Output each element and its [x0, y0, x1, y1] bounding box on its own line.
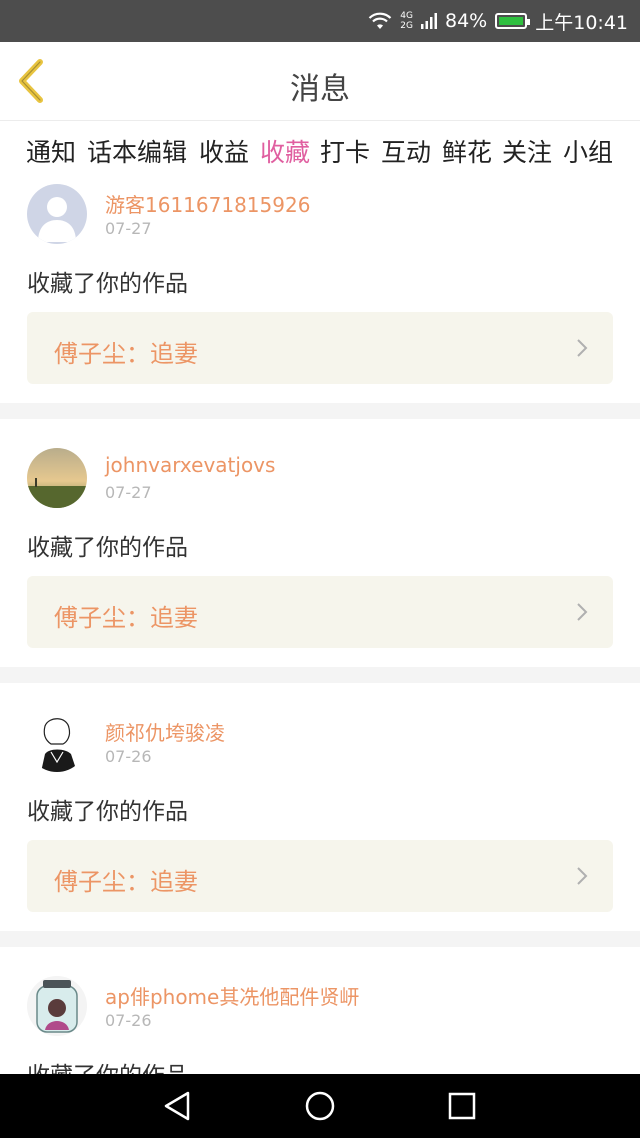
work-link[interactable]: 傅子尘：追妻	[27, 576, 613, 648]
user-name[interactable]: johnvarxevatjovs	[105, 453, 275, 477]
recents-square-icon[interactable]	[444, 1088, 480, 1124]
status-icons: 4G 2G 84% 上午10:41	[368, 0, 628, 42]
work-title: 傅子尘：追妻	[54, 868, 198, 896]
tab-bar: 通知 话本编辑 收益 收藏 打卡 互动 鲜花 关注 小组	[0, 121, 640, 176]
work-link[interactable]: 傅子尘：追妻	[27, 312, 613, 384]
tab-earnings[interactable]: 收益	[199, 133, 249, 169]
tab-interactions[interactable]: 互动	[381, 133, 431, 169]
user-name[interactable]: ap俳phome其冼他配件贤岍	[105, 981, 359, 1010]
message-text: 收藏了你的作品	[27, 535, 188, 561]
system-nav-bar	[0, 1074, 640, 1138]
chevron-right-icon	[577, 867, 588, 885]
avatar[interactable]	[27, 448, 87, 508]
avatar[interactable]	[27, 712, 87, 772]
separator	[0, 931, 640, 947]
work-title: 傅子尘：追妻	[54, 604, 198, 632]
signal-icon	[421, 13, 437, 29]
default-user-icon	[27, 184, 87, 244]
message-text: 收藏了你的作品	[27, 799, 188, 825]
user-name[interactable]: 游客1611671815926	[105, 189, 310, 218]
battery-percent: 84%	[445, 10, 488, 32]
page-title: 消息	[290, 72, 350, 107]
chevron-right-icon	[577, 603, 588, 621]
message-item: 颜祁仇垮骏凌 07-26 收藏了你的作品 傅子尘：追妻	[0, 700, 640, 948]
wifi-icon	[369, 12, 392, 29]
message-text: 收藏了你的作品	[27, 271, 188, 297]
message-item: 游客1611671815926 07-27 收藏了你的作品 傅子尘：追妻	[0, 172, 640, 420]
battery-icon	[495, 13, 531, 29]
work-title: 傅子尘：追妻	[54, 340, 198, 368]
jar-doll-avatar-icon	[27, 976, 87, 1036]
separator	[0, 667, 640, 683]
message-item: johnvarxevatjovs 07-27 收藏了你的作品 傅子尘：追妻	[0, 436, 640, 684]
landscape-avatar-icon	[27, 448, 87, 508]
home-circle-icon[interactable]	[302, 1088, 338, 1124]
chevron-right-icon	[577, 339, 588, 357]
separator	[0, 403, 640, 419]
avatar[interactable]	[27, 184, 87, 244]
message-item: ap俳phome其冼他配件贤岍 07-26 收藏了你的作品	[0, 964, 640, 1074]
tab-checkin[interactable]: 打卡	[320, 133, 370, 169]
user-name[interactable]: 颜祁仇垮骏凌	[105, 717, 225, 746]
work-link[interactable]: 傅子尘：追妻	[27, 840, 613, 912]
tab-script-editing[interactable]: 话本编辑	[87, 133, 187, 169]
network-type: 4G 2G	[400, 11, 413, 31]
tab-notifications[interactable]: 通知	[26, 133, 76, 169]
message-text: 收藏了你的作品	[27, 1056, 188, 1074]
network-2g: 2G	[400, 21, 413, 31]
avatar[interactable]	[27, 976, 87, 1036]
tab-groups[interactable]: 小组	[563, 133, 613, 169]
message-date: 07-26	[105, 1011, 152, 1030]
back-triangle-icon[interactable]	[160, 1088, 196, 1124]
app-header: 消息	[0, 42, 640, 121]
tab-flowers[interactable]: 鲜花	[442, 133, 492, 169]
tab-favorites[interactable]: 收藏	[260, 133, 310, 169]
network-4g: 4G	[400, 11, 413, 21]
clock: 上午10:41	[535, 11, 628, 34]
message-date: 07-27	[105, 483, 152, 502]
message-date: 07-27	[105, 219, 152, 238]
status-bar: 4G 2G 84% 上午10:41	[0, 0, 640, 42]
sketch-avatar-icon	[27, 712, 87, 772]
tab-follows[interactable]: 关注	[502, 133, 552, 169]
message-date: 07-26	[105, 747, 152, 766]
